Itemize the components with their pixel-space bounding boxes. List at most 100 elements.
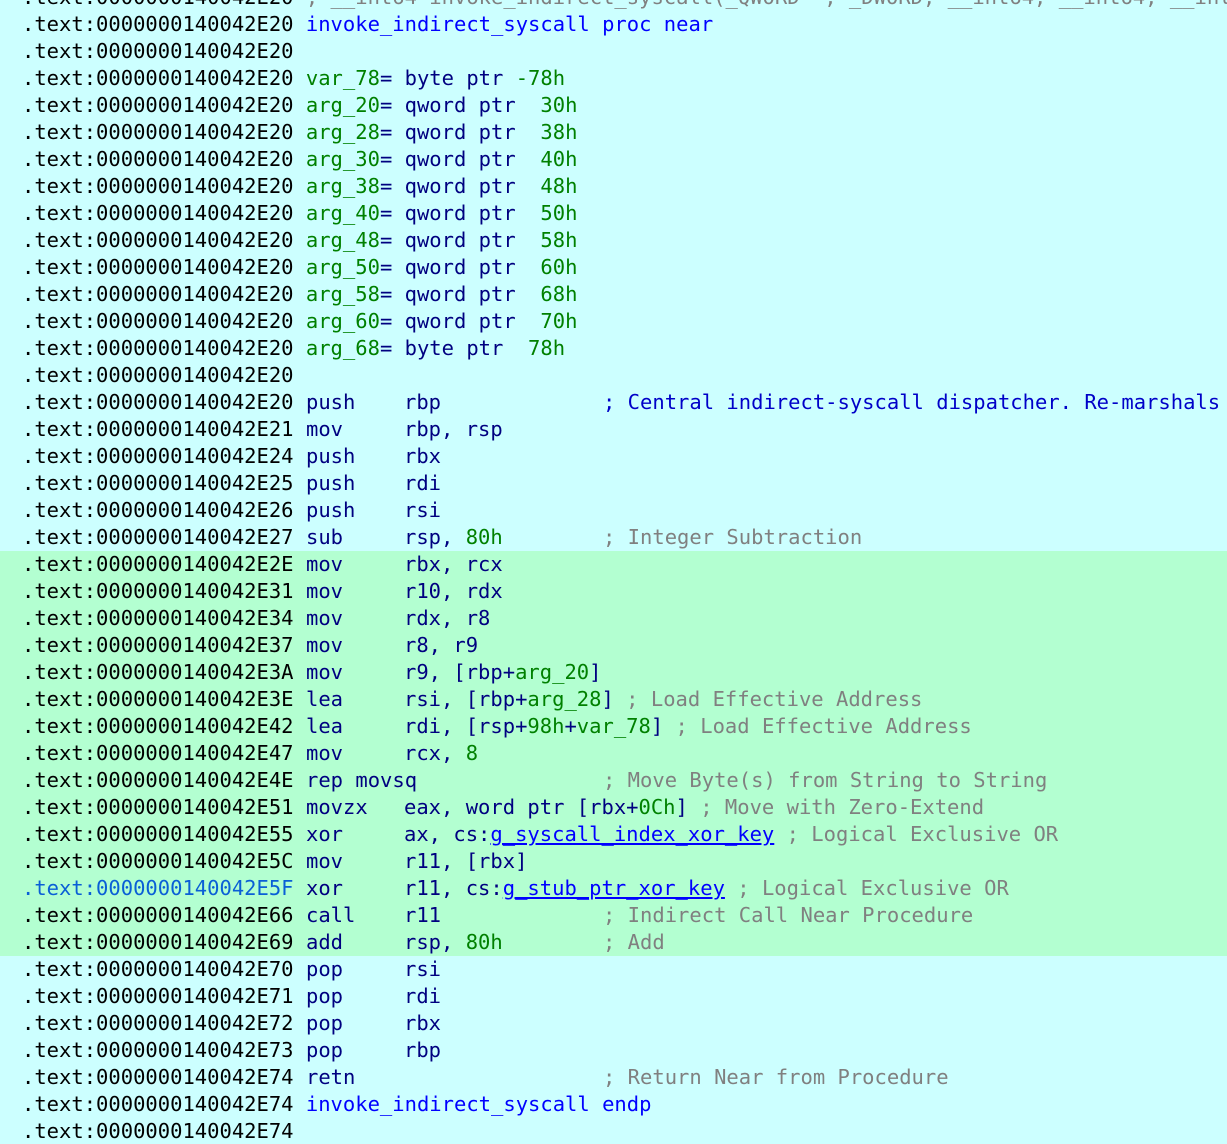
address-label[interactable]: .text:0000000140042E74 bbox=[22, 1119, 294, 1143]
address-label[interactable]: .text:0000000140042E20 bbox=[22, 255, 294, 279]
address-label[interactable]: .text:0000000140042E55 bbox=[22, 822, 294, 846]
listing-row[interactable]: .text:0000000140042E71 pop rdi bbox=[0, 983, 1227, 1010]
listing-row[interactable]: .text:0000000140042E37 mov r8, r9 bbox=[0, 632, 1227, 659]
listing-row[interactable]: .text:0000000140042E73 pop rbp bbox=[0, 1037, 1227, 1064]
proc-name[interactable]: invoke_indirect_syscall bbox=[306, 1092, 590, 1116]
address-label[interactable]: .text:0000000140042E4E bbox=[22, 768, 294, 792]
stack-var-name[interactable]: arg_20 bbox=[306, 93, 380, 117]
address-label[interactable]: .text:0000000140042E74 bbox=[22, 1065, 294, 1089]
stack-var-ref[interactable]: var_78 bbox=[577, 714, 651, 738]
listing-row[interactable]: .text:0000000140042E5C mov r11, [rbx] bbox=[0, 848, 1227, 875]
stack-var-name[interactable]: arg_40 bbox=[306, 201, 380, 225]
address-label[interactable]: .text:0000000140042E20 bbox=[22, 336, 294, 360]
listing-row[interactable]: .text:0000000140042E34 mov rdx, r8 bbox=[0, 605, 1227, 632]
listing-row[interactable]: .text:0000000140042E20 var_78= byte ptr … bbox=[0, 65, 1227, 92]
listing-row[interactable]: .text:0000000140042E21 mov rbp, rsp bbox=[0, 416, 1227, 443]
stack-var-name[interactable]: arg_58 bbox=[306, 282, 380, 306]
address-label[interactable]: .text:0000000140042E73 bbox=[22, 1038, 294, 1062]
listing-row[interactable]: .text:0000000140042E74 invoke_indirect_s… bbox=[0, 1091, 1227, 1118]
address-label[interactable]: .text:0000000140042E51 bbox=[22, 795, 294, 819]
address-label[interactable]: .text:0000000140042E5F bbox=[22, 876, 294, 900]
listing-row[interactable]: .text:0000000140042E20 arg_20= qword ptr… bbox=[0, 92, 1227, 119]
stack-var-name[interactable]: arg_50 bbox=[306, 255, 380, 279]
address-label[interactable]: .text:0000000140042E47 bbox=[22, 741, 294, 765]
stack-var-name[interactable]: arg_68 bbox=[306, 336, 380, 360]
listing-row[interactable]: .text:0000000140042E20 arg_60= qword ptr… bbox=[0, 308, 1227, 335]
listing-row[interactable]: .text:0000000140042E72 pop rbx bbox=[0, 1010, 1227, 1037]
listing-row[interactable]: .text:0000000140042E20 arg_38= qword ptr… bbox=[0, 173, 1227, 200]
address-label[interactable]: .text:0000000140042E27 bbox=[22, 525, 294, 549]
listing-row[interactable]: .text:0000000140042E20 arg_48= qword ptr… bbox=[0, 227, 1227, 254]
listing-row[interactable]: .text:0000000140042E5F xor r11, cs:g_stub_… bbox=[0, 875, 1227, 902]
listing-row[interactable]: .text:0000000140042E3A mov r9, [rbp+arg_20… bbox=[0, 659, 1227, 686]
address-label[interactable]: .text:0000000140042E20 bbox=[22, 0, 294, 9]
listing-row[interactable]: .text:0000000140042E27 sub rsp, 80h ; Integ… bbox=[0, 524, 1227, 551]
address-label[interactable]: .text:0000000140042E20 bbox=[22, 390, 294, 414]
address-label[interactable]: .text:0000000140042E21 bbox=[22, 417, 294, 441]
address-label[interactable]: .text:0000000140042E20 bbox=[22, 201, 294, 225]
address-label[interactable]: .text:0000000140042E20 bbox=[22, 174, 294, 198]
listing-row[interactable]: .text:0000000140042E20 arg_40= qword ptr… bbox=[0, 200, 1227, 227]
stack-var-name[interactable]: arg_38 bbox=[306, 174, 380, 198]
address-label[interactable]: .text:0000000140042E66 bbox=[22, 903, 294, 927]
listing-row[interactable]: .text:0000000140042E2E mov rbx, rcx bbox=[0, 551, 1227, 578]
stack-var-ref[interactable]: arg_28 bbox=[527, 687, 601, 711]
address-label[interactable]: .text:0000000140042E69 bbox=[22, 930, 294, 954]
proc-name[interactable]: invoke_indirect_syscall bbox=[306, 12, 590, 36]
address-label[interactable]: .text:0000000140042E2E bbox=[22, 552, 294, 576]
listing-row[interactable]: .text:0000000140042E20 bbox=[0, 38, 1227, 65]
symbol-ref[interactable]: g_syscall_index_xor_key bbox=[490, 822, 774, 846]
listing-row[interactable]: .text:0000000140042E20 arg_30= qword ptr… bbox=[0, 146, 1227, 173]
address-label[interactable]: .text:0000000140042E5C bbox=[22, 849, 294, 873]
address-label[interactable]: .text:0000000140042E31 bbox=[22, 579, 294, 603]
listing-row[interactable]: .text:0000000140042E51 movzx eax, word ptr… bbox=[0, 794, 1227, 821]
listing-row[interactable]: .text:0000000140042E74 retn ; Return Near … bbox=[0, 1064, 1227, 1091]
address-label[interactable]: .text:0000000140042E20 bbox=[22, 12, 294, 36]
address-label[interactable]: .text:0000000140042E74 bbox=[22, 1092, 294, 1116]
stack-var-name[interactable]: var_78 bbox=[306, 66, 380, 90]
listing-row[interactable]: .text:0000000140042E25 push rdi bbox=[0, 470, 1227, 497]
stack-var-ref[interactable]: arg_20 bbox=[515, 660, 589, 684]
address-label[interactable]: .text:0000000140042E20 bbox=[22, 309, 294, 333]
stack-var-name[interactable]: arg_28 bbox=[306, 120, 380, 144]
listing-row[interactable]: .text:0000000140042E47 mov rcx, 8 bbox=[0, 740, 1227, 767]
listing-row[interactable]: .text:0000000140042E20 arg_50= qword ptr… bbox=[0, 254, 1227, 281]
listing-row[interactable]: .text:0000000140042E20 arg_58= qword ptr… bbox=[0, 281, 1227, 308]
address-label[interactable]: .text:0000000140042E3E bbox=[22, 687, 294, 711]
address-label[interactable]: .text:0000000140042E37 bbox=[22, 633, 294, 657]
disassembly-listing[interactable]: .text:0000000140042E20 ; __int64 invoke_… bbox=[0, 0, 1227, 1144]
address-label[interactable]: .text:0000000140042E26 bbox=[22, 498, 294, 522]
listing-row[interactable]: .text:0000000140042E20 invoke_indirect_s… bbox=[0, 11, 1227, 38]
address-label[interactable]: .text:0000000140042E3A bbox=[22, 660, 294, 684]
address-label[interactable]: .text:0000000140042E20 bbox=[22, 39, 294, 63]
address-label[interactable]: .text:0000000140042E72 bbox=[22, 1011, 294, 1035]
address-label[interactable]: .text:0000000140042E20 bbox=[22, 120, 294, 144]
address-label[interactable]: .text:0000000140042E20 bbox=[22, 93, 294, 117]
listing-row[interactable]: .text:0000000140042E20 arg_28= qword ptr… bbox=[0, 119, 1227, 146]
address-label[interactable]: .text:0000000140042E20 bbox=[22, 282, 294, 306]
listing-row[interactable]: .text:0000000140042E20 ; __int64 invoke_… bbox=[0, 0, 1227, 11]
listing-row[interactable]: .text:0000000140042E20 arg_68= byte ptr … bbox=[0, 335, 1227, 362]
address-label[interactable]: .text:0000000140042E71 bbox=[22, 984, 294, 1008]
stack-var-name[interactable]: arg_48 bbox=[306, 228, 380, 252]
address-label[interactable]: .text:0000000140042E24 bbox=[22, 444, 294, 468]
address-label[interactable]: .text:0000000140042E42 bbox=[22, 714, 294, 738]
listing-row[interactable]: .text:0000000140042E55 xor ax, cs:g_syscal… bbox=[0, 821, 1227, 848]
address-label[interactable]: .text:0000000140042E34 bbox=[22, 606, 294, 630]
listing-row[interactable]: .text:0000000140042E42 lea rdi, [rsp+98h+v… bbox=[0, 713, 1227, 740]
listing-row[interactable]: .text:0000000140042E20 bbox=[0, 362, 1227, 389]
stack-var-name[interactable]: arg_60 bbox=[306, 309, 380, 333]
address-label[interactable]: .text:0000000140042E20 bbox=[22, 66, 294, 90]
address-label[interactable]: .text:0000000140042E25 bbox=[22, 471, 294, 495]
listing-row[interactable]: .text:0000000140042E66 call r11 ; Indirect … bbox=[0, 902, 1227, 929]
address-label[interactable]: .text:0000000140042E20 bbox=[22, 363, 294, 387]
listing-row[interactable]: .text:0000000140042E26 push rsi bbox=[0, 497, 1227, 524]
listing-row[interactable]: .text:0000000140042E69 add rsp, 80h ; Add bbox=[0, 929, 1227, 956]
listing-row[interactable]: .text:0000000140042E4E rep movsq ; Move By… bbox=[0, 767, 1227, 794]
listing-row[interactable]: .text:0000000140042E31 mov r10, rdx bbox=[0, 578, 1227, 605]
address-label[interactable]: .text:0000000140042E20 bbox=[22, 228, 294, 252]
listing-row[interactable]: .text:0000000140042E3E lea rsi, [rbp+arg_2… bbox=[0, 686, 1227, 713]
listing-row[interactable]: .text:0000000140042E70 pop rsi bbox=[0, 956, 1227, 983]
listing-row[interactable]: .text:0000000140042E74 bbox=[0, 1118, 1227, 1144]
stack-var-name[interactable]: arg_30 bbox=[306, 147, 380, 171]
